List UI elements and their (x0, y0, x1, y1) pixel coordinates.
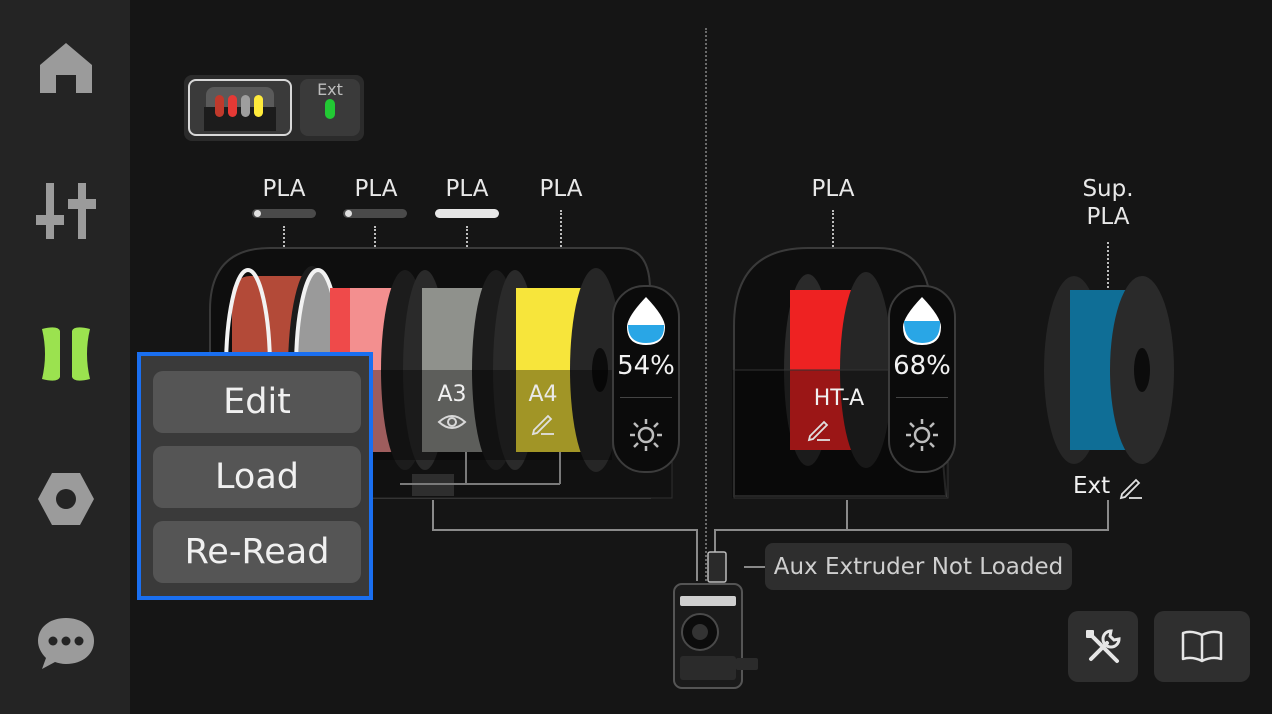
edit-button[interactable]: Edit (153, 371, 361, 433)
ext-material-line1: Sup. (1082, 176, 1134, 202)
feed-line (432, 529, 698, 531)
slot-remain-bar-a1 (252, 209, 316, 218)
ext-pencil-icon[interactable] (1118, 474, 1144, 500)
external-spool[interactable] (1040, 272, 1180, 468)
sidebar (0, 0, 130, 714)
chat-icon (38, 618, 94, 669)
feed-line (846, 500, 848, 531)
ht-material: PLA (811, 176, 855, 202)
slot-material-a2: PLA (354, 176, 398, 202)
drying-sun-icon-ht[interactable] (904, 417, 940, 453)
humidity-drop-icon-ht (903, 297, 941, 345)
reread-button[interactable]: Re-Read (153, 521, 361, 583)
book-icon (1181, 630, 1223, 662)
slot-remain-bar-a2 (343, 209, 407, 218)
tools-button[interactable] (1068, 611, 1138, 682)
pill-divider (620, 397, 672, 398)
slot-remain-bar-a3 (435, 209, 499, 218)
ams-unit-icon (204, 87, 276, 131)
ht-slot-label: HT-A (813, 386, 865, 411)
slot-material-a3: PLA (445, 176, 489, 202)
aux-extruder-status: Aux Extruder Not Loaded (765, 543, 1072, 590)
ext-color-dot (325, 99, 335, 119)
nav-settings[interactable] (35, 468, 97, 530)
ext-material-line2: PLA (1086, 204, 1130, 230)
feed-line (432, 500, 434, 531)
filament-icon (42, 327, 90, 381)
tab-ext[interactable]: Ext (300, 79, 360, 136)
slot-label-a4: A4 (528, 382, 558, 407)
slot-label-a3: A3 (437, 382, 467, 407)
load-button[interactable]: Load (153, 446, 361, 508)
drying-sun-icon[interactable] (628, 417, 664, 453)
tab-ams[interactable] (188, 79, 292, 136)
humidity-drop-icon (627, 297, 665, 345)
wrench-screwdriver-icon (1086, 628, 1121, 663)
tab-ext-label: Ext (317, 80, 343, 99)
sliders-icon (36, 183, 96, 239)
home-icon (40, 43, 92, 93)
eye-icon (437, 415, 467, 429)
toolhead (673, 551, 758, 689)
slot-context-menu: Edit Load Re-Read (137, 352, 373, 600)
nav-filament[interactable] (35, 323, 97, 385)
nav-messages[interactable] (35, 612, 97, 674)
slot-material-a4: PLA (539, 176, 583, 202)
tooltip-pointer (744, 566, 766, 568)
ht-pencil-icon[interactable] (806, 416, 832, 442)
slot-material-a1: PLA (262, 176, 306, 202)
feed-line (1107, 500, 1109, 531)
guide-book-button[interactable] (1154, 611, 1250, 682)
nav-home[interactable] (35, 36, 97, 98)
nav-controls[interactable] (35, 180, 97, 242)
humidity-pill-ams[interactable]: 54% (612, 285, 680, 473)
humidity-pill-ht[interactable]: 68% (888, 285, 956, 473)
pill-divider-ht (896, 397, 948, 398)
ext-spool-label: Ext (1073, 473, 1111, 499)
hex-nut-icon (38, 473, 94, 525)
feed-line (714, 529, 1108, 531)
humidity-value-ht: 68% (893, 351, 951, 381)
humidity-value-ams: 54% (617, 351, 675, 381)
pencil-icon (531, 414, 554, 436)
